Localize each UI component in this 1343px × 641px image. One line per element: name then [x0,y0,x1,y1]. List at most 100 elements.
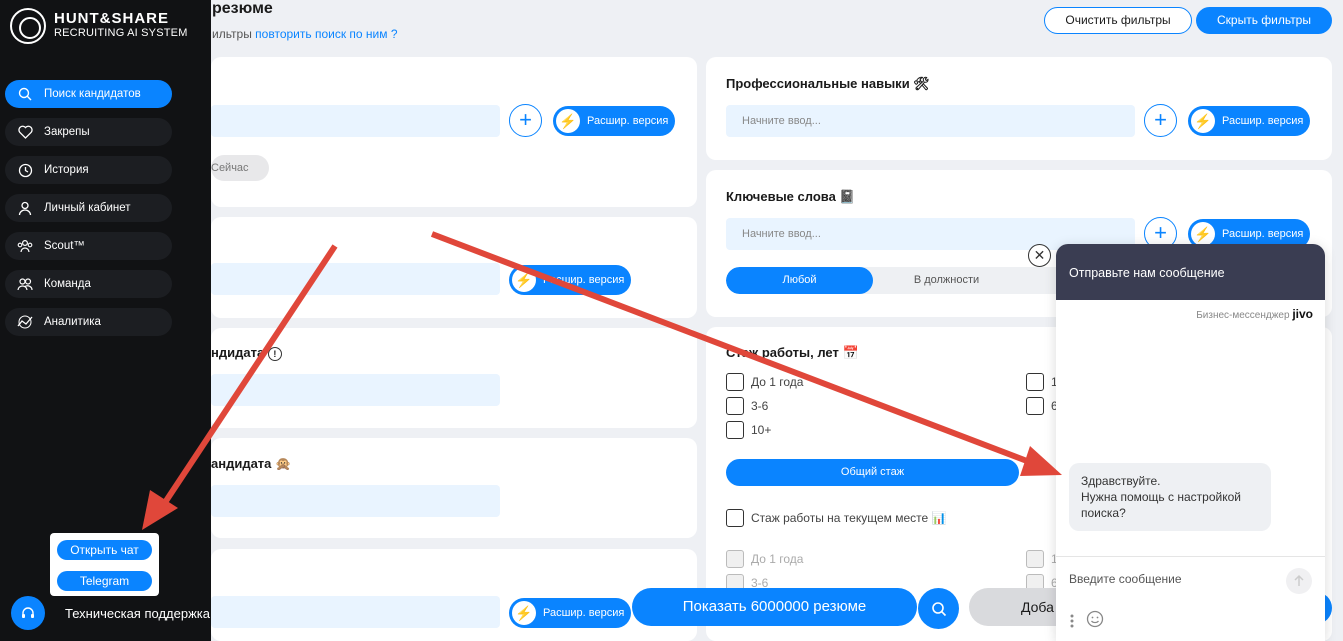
extended-version-button-3[interactable]: ⚡ Расшир. версия [509,598,631,628]
chat-header: Отправьте нам сообщение [1056,244,1325,300]
users-icon [17,276,33,292]
extended-version-button-1[interactable]: ⚡ Расшир. версия [553,106,675,136]
segment-any[interactable]: Любой [726,267,873,294]
chat-send-button[interactable] [1286,568,1312,594]
chat-divider [1056,556,1325,557]
filter-input-3[interactable] [211,374,500,406]
logo[interactable]: HUNT&SHARE RECRUITING AI SYSTEM [10,8,188,44]
jivo-logo: jivo [1292,307,1313,321]
sidebar-item-team[interactable]: Команда [5,270,172,298]
add-filter-button-1[interactable]: + [509,104,542,137]
sidebar-nav: Поиск кандидатов Закрепы История Личный … [5,80,172,346]
lightning-icon: ⚡ [1191,222,1215,246]
sidebar-item-account[interactable]: Личный кабинет [5,194,172,222]
checkbox[interactable] [1026,373,1044,391]
filter-input-2[interactable] [211,263,500,295]
current-place-checkbox[interactable]: Стаж работы на текущем месте 📊 [726,509,946,527]
add-skill-button[interactable]: + [1144,104,1177,137]
filter-input-1[interactable] [211,105,500,137]
keywords-title: Ключевые слова 📓 [726,189,856,204]
history-icon [17,162,33,178]
ext-label: Расшир. версия [543,607,625,619]
chart-icon [17,314,33,330]
ext-label: Расшир. версия [1222,115,1304,127]
brand-title: HUNT&SHARE [54,10,169,27]
checkbox[interactable] [726,397,744,415]
current-option-under-1[interactable]: До 1 года [726,550,803,568]
add-button[interactable]: Доба [969,588,1069,626]
chat-close-button[interactable]: ✕ [1028,244,1051,267]
lightning-icon: ⚡ [1191,109,1215,133]
segment-in-position[interactable]: В должности [873,267,1020,294]
exp-option-10plus[interactable]: 10+ [726,421,771,439]
now-pill[interactable]: Сейчас [211,155,269,181]
chat-brand: Бизнес-мессенджер jivo [1196,307,1313,321]
exp-option-under-1[interactable]: До 1 года [726,373,803,391]
checkbox[interactable] [726,373,744,391]
heart-icon [17,124,33,140]
sidebar-item-history[interactable]: История [5,156,172,184]
open-chat-button[interactable]: Открыть чат [57,540,152,560]
chat-message-input[interactable]: Введите сообщение [1069,572,1182,586]
checkbox[interactable] [1026,550,1044,568]
sidebar-item-pins[interactable]: Закрепы [5,118,172,146]
arrow-up-icon [1294,574,1304,586]
skills-extended-button[interactable]: ⚡ Расшир. версия [1188,106,1310,136]
telegram-button[interactable]: Telegram [57,571,152,591]
sidebar-item-analytics[interactable]: Аналитика [5,308,172,336]
checkbox[interactable] [726,421,744,439]
checkbox[interactable] [1026,397,1044,415]
sidebar-item-label: Аналитика [44,316,101,328]
subtitle-text: ильтры [212,27,252,41]
show-resumes-button[interactable]: Показать 6000000 резюме [632,588,917,626]
repeat-search-link[interactable]: повторить поиск по ним ? [255,27,397,41]
support-label[interactable]: Техническая поддержка [65,606,210,621]
total-experience-button[interactable]: Общий стаж [726,459,1019,486]
checkbox[interactable] [726,509,744,527]
info-icon: ! [267,346,282,361]
sidebar-item-scout[interactable]: Scout™ [5,232,172,260]
more-icon[interactable] [1070,613,1074,629]
option-label: 10+ [751,423,772,437]
search-button[interactable] [918,588,959,629]
chat-brand-prefix: Бизнес-мессенджер [1196,310,1290,321]
sidebar-item-label: Закрепы [44,126,90,138]
brand-subtitle: RECRUITING AI SYSTEM [54,27,188,39]
lightning-icon: ⚡ [512,268,536,292]
support-row[interactable]: Техническая поддержка [11,596,210,630]
sidebar-item-label: Поиск кандидатов [44,88,141,100]
filter-input-4[interactable] [211,485,500,517]
chat-widget: Отправьте нам сообщение Бизнес-мессендже… [1056,244,1325,641]
exp-option-3-6[interactable]: 3-6 [726,397,768,415]
skills-input[interactable]: Начните ввод... [726,105,1135,137]
option-label: Стаж работы на текущем месте 📊 [751,511,947,525]
team-icon [17,238,33,254]
chat-tools [1070,610,1104,631]
ext-label: Расшир. версия [1222,228,1304,240]
sidebar-item-label: Scout™ [44,240,85,252]
sidebar: HUNT&SHARE RECRUITING AI SYSTEM Поиск ка… [0,0,211,641]
sidebar-item-label: История [44,164,89,176]
option-label: До 1 года [751,552,804,566]
ext-label: Расшир. версия [543,274,625,286]
search-icon [17,86,33,102]
ext-label: Расшир. версия [587,115,669,127]
support-popup: Открыть чат Telegram [50,533,159,596]
skills-title: Профессиональные навыки 🛠 [726,76,930,91]
clear-filters-button[interactable]: Очистить фильтры [1044,7,1192,34]
chat-message-line2: Нужна помощь с настройкой поиска? [1081,490,1241,520]
option-label: До 1 года [751,375,804,389]
extended-version-button-2[interactable]: ⚡ Расшир. версия [509,265,631,295]
headset-icon[interactable] [11,596,45,630]
sidebar-item-label: Команда [44,278,91,290]
hide-filters-button[interactable]: Скрыть фильтры [1196,7,1332,34]
emoji-icon[interactable] [1086,610,1104,631]
chat-message-line1: Здравствуйте. [1081,474,1161,488]
search-icon [931,601,946,616]
checkbox[interactable] [726,550,744,568]
candidate-title-1: ндидата ! [211,345,282,361]
sidebar-item-search[interactable]: Поиск кандидатов [5,80,172,108]
page-title: резюме [212,0,273,17]
candidate-title-1-text: ндидата [211,345,265,360]
filter-input-5[interactable] [211,596,500,628]
